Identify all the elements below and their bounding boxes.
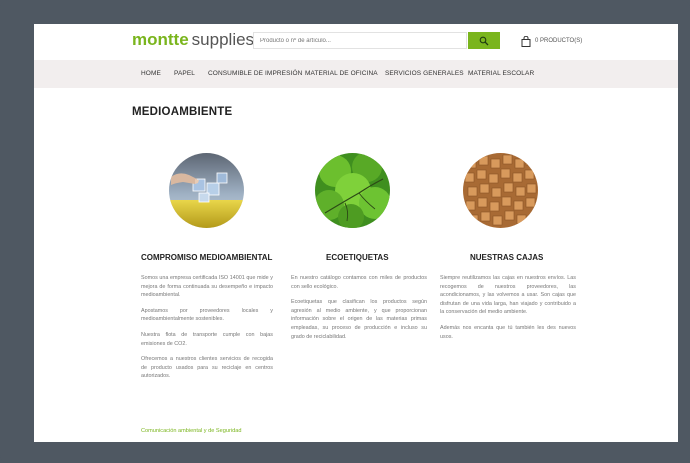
boxes-image bbox=[463, 153, 538, 228]
browser-page: monttesupplies 0 PRODUCTO(S) HOME PAPEL … bbox=[34, 24, 678, 442]
nav-item-home[interactable]: HOME bbox=[141, 70, 161, 77]
ecolabels-image bbox=[315, 153, 390, 228]
nav-item-material-escolar[interactable]: MATERIAL ESCOLAR bbox=[468, 70, 534, 77]
site-header: monttesupplies 0 PRODUCTO(S) bbox=[34, 24, 678, 60]
nav-item-material-oficina[interactable]: MATERIAL DE OFICINA bbox=[305, 70, 378, 77]
paragraph: Además nos encanta que tú también les de… bbox=[440, 324, 576, 340]
shopping-bag-icon bbox=[521, 35, 531, 47]
cart-count-label: 0 PRODUCTO(S) bbox=[535, 38, 583, 44]
environment-commitment-image bbox=[169, 153, 244, 228]
paragraph: Nuestra flota de transporte cumple con b… bbox=[141, 331, 273, 347]
environment-security-link[interactable]: Comunicación ambiental y de Seguridad bbox=[141, 428, 241, 434]
logo-light-text: supplies bbox=[191, 30, 255, 49]
cart-link[interactable]: 0 PRODUCTO(S) bbox=[521, 35, 582, 47]
page-title: MEDIOAMBIENTE bbox=[132, 106, 233, 118]
nav-item-papel[interactable]: PAPEL bbox=[174, 70, 195, 77]
nav-item-consumible[interactable]: CONSUMIBLE DE IMPRESIÓN bbox=[208, 70, 302, 77]
paragraph: Ofrecemos a nuestros clientes servicios … bbox=[141, 356, 273, 380]
search-box bbox=[253, 32, 478, 49]
site-logo[interactable]: montte supplies bbox=[132, 30, 254, 50]
search-button[interactable] bbox=[468, 32, 500, 49]
logo-bold-text: montte bbox=[132, 30, 189, 49]
paragraph: En nuestro catálogo contamos con miles d… bbox=[291, 275, 427, 290]
main-nav: HOME PAPEL CONSUMIBLE DE IMPRESIÓN MATER… bbox=[34, 60, 678, 88]
paragraph: Siempre reutilizamos las cajas en nuestr… bbox=[440, 275, 576, 316]
search-icon bbox=[479, 36, 489, 45]
column-text-boxes: Siempre reutilizamos las cajas en nuestr… bbox=[440, 274, 576, 348]
search-input[interactable] bbox=[254, 33, 478, 48]
paragraph: Apostamos por proveedores locales y medi… bbox=[141, 307, 273, 323]
column-title-commitment: COMPROMISO MEDIOAMBIENTAL bbox=[141, 253, 273, 262]
paragraph: Ecoetiquetas que clasifican los producto… bbox=[291, 299, 427, 340]
column-title-boxes: NUESTRAS CAJAS bbox=[470, 253, 544, 262]
column-text-commitment: Somos una empresa certificada ISO 14001 … bbox=[141, 274, 273, 388]
column-title-ecolabels: ECOETIQUETAS bbox=[326, 253, 389, 262]
nav-item-servicios[interactable]: SERVICIOS GENERALES bbox=[385, 70, 464, 77]
paragraph: Somos una empresa certificada ISO 14001 … bbox=[141, 275, 273, 299]
column-text-ecolabels: En nuestro catálogo contamos con miles d… bbox=[291, 274, 427, 348]
